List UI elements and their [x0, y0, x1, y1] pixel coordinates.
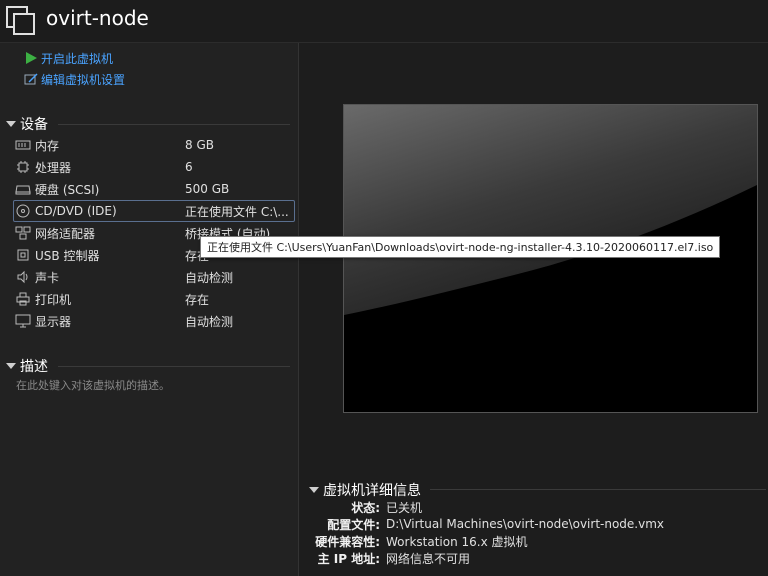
device-value: 8 GB: [185, 138, 214, 152]
devices-header: 设备: [20, 117, 48, 133]
detail-value: Workstation 16.x 虚拟机: [386, 534, 528, 549]
device-value: 存在: [185, 292, 210, 307]
detail-row-hardware-compat: 硬件兼容性: Workstation 16.x 虚拟机: [300, 532, 528, 550]
device-value: 自动检测: [185, 314, 234, 329]
device-name: 内存: [35, 138, 60, 153]
printer-icon: [14, 292, 32, 306]
details-section-toggle[interactable]: 虚拟机详细信息: [309, 480, 421, 500]
device-name: 打印机: [35, 292, 72, 307]
edit-settings-label: 编辑虚拟机设置: [41, 72, 126, 87]
detail-key: 硬件兼容性:: [315, 534, 380, 549]
device-row-display[interactable]: 显示器 自动检测: [14, 311, 294, 331]
detail-value: 已关机: [386, 500, 423, 515]
memory-icon: [14, 138, 32, 152]
device-row-harddisk[interactable]: 硬盘 (SCSI) 500 GB: [14, 179, 294, 199]
description-header: 描述: [20, 359, 48, 375]
device-row-printer[interactable]: 打印机 存在: [14, 289, 294, 309]
device-name: USB 控制器: [35, 248, 100, 263]
screen-glare: [344, 105, 757, 412]
vm-title: ovirt-node: [46, 6, 149, 30]
sound-card-icon: [14, 270, 32, 284]
collapse-icon: [6, 121, 16, 127]
title-bar: ovirt-node: [0, 0, 768, 43]
device-row-processor[interactable]: 处理器 6: [14, 157, 294, 177]
device-value: 6: [185, 160, 193, 174]
processor-icon: [14, 160, 32, 174]
file-path-tooltip: 正在使用文件 C:\Users\YuanFan\Downloads\ovirt-…: [200, 236, 721, 258]
usb-controller-icon: [14, 248, 32, 262]
harddisk-icon: [14, 182, 32, 196]
detail-key: 配置文件:: [327, 517, 380, 532]
detail-row-config-file: 配置文件: D:\Virtual Machines\ovirt-node\ovi…: [300, 515, 664, 533]
power-on-label: 开启此虚拟机: [41, 51, 114, 66]
device-row-memory[interactable]: 内存 8 GB: [14, 135, 294, 155]
section-divider: [430, 489, 766, 490]
detail-key: 状态:: [351, 500, 380, 515]
device-name: 网络适配器: [35, 226, 96, 241]
edit-settings-button[interactable]: 编辑虚拟机设置: [24, 70, 125, 88]
description-field[interactable]: 在此处键入对该虚拟机的描述。: [16, 377, 170, 393]
collapse-icon: [309, 487, 319, 493]
details-header: 虚拟机详细信息: [323, 483, 421, 499]
collapse-icon: [6, 363, 16, 369]
power-on-button[interactable]: 开启此虚拟机: [24, 49, 113, 67]
device-name: 声卡: [35, 270, 60, 285]
device-value: 500 GB: [185, 182, 230, 196]
detail-row-ip-address: 主 IP 地址: 网络信息不可用: [300, 549, 470, 567]
detail-value: D:\Virtual Machines\ovirt-node\ovirt-nod…: [386, 517, 665, 531]
detail-value: 网络信息不可用: [386, 551, 471, 566]
section-divider: [58, 124, 290, 125]
section-divider: [58, 366, 290, 367]
vm-screen-preview[interactable]: [343, 104, 758, 413]
detail-row-status: 状态: 已关机: [300, 498, 422, 516]
detail-key: 主 IP 地址:: [317, 551, 380, 566]
device-name: 显示器: [35, 314, 72, 329]
device-value: 正在使用文件 C:\...: [185, 204, 289, 219]
cd-dvd-icon: [14, 204, 32, 218]
network-adapter-icon: [14, 226, 32, 240]
device-name: CD/DVD (IDE): [35, 204, 117, 218]
devices-section-toggle[interactable]: 设备: [6, 114, 48, 134]
device-name: 处理器: [35, 160, 72, 175]
play-icon: [24, 51, 38, 65]
description-section-toggle[interactable]: 描述: [6, 356, 48, 376]
device-value: 自动检测: [185, 270, 234, 285]
device-row-cd-dvd[interactable]: CD/DVD (IDE) 正在使用文件 C:\...: [13, 200, 295, 222]
display-icon: [14, 314, 32, 328]
device-row-sound-card[interactable]: 声卡 自动检测: [14, 267, 294, 287]
vm-icon: [6, 6, 35, 35]
device-name: 硬盘 (SCSI): [35, 182, 100, 197]
edit-settings-icon: [24, 72, 38, 86]
